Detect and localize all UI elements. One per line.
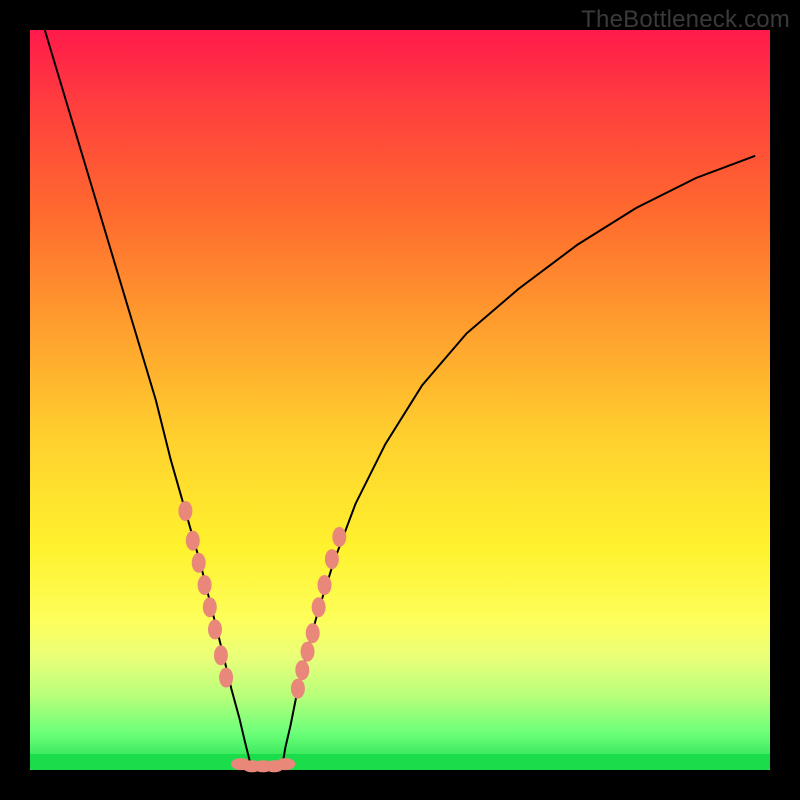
bead-marker xyxy=(219,668,233,688)
bead-marker xyxy=(295,660,309,680)
bead-marker xyxy=(203,597,217,617)
bead-marker xyxy=(332,527,346,547)
bead-marker xyxy=(275,758,295,770)
bead-marker xyxy=(208,619,222,639)
bead-marker xyxy=(192,553,206,573)
bead-marker xyxy=(306,623,320,643)
bead-marker xyxy=(301,642,315,662)
bead-marker xyxy=(318,575,332,595)
bead-marker xyxy=(186,531,200,551)
bead-marker xyxy=(291,679,305,699)
bead-marker xyxy=(325,549,339,569)
bead-markers xyxy=(178,501,346,772)
bead-marker xyxy=(198,575,212,595)
right-curve xyxy=(282,156,756,770)
bead-marker xyxy=(312,597,326,617)
chart-svg xyxy=(30,30,770,770)
bead-marker xyxy=(178,501,192,521)
bead-marker xyxy=(214,645,228,665)
